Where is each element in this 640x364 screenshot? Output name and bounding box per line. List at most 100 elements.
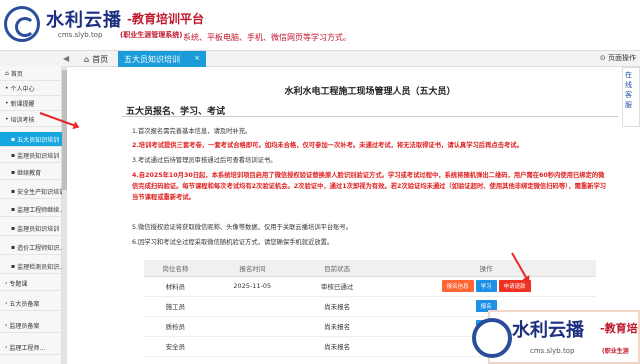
page-control-button[interactable]: ⊙ 页面操作 (600, 53, 636, 63)
sidebar: ⌂ 首页 • 个人中心 • 新课提醒 • 培训考核 ▪ 五大员知识培训 ▪ 监理员知识培训 … (0, 66, 62, 364)
cell-position: 材料员 (144, 276, 207, 297)
folder-icon: ▪ (11, 224, 16, 232)
sidebar-item-label: 监理员知识培训 (17, 225, 60, 233)
notice-3: 3.考试通过后待管理员审核通过后可查看培训证书。 (132, 157, 277, 164)
notice-5: 5.微信授权验证将获取微信昵称、头像等数据，仅用于关联云播培训平台账号。 (132, 224, 353, 231)
tab-active-label: 五大员知识培训 (124, 54, 180, 64)
sidebar-item-cost-engineer[interactable]: ▪ 造价工程师知识... (0, 240, 62, 255)
folder-icon: ▪ (11, 205, 16, 213)
sidebar-item-label: 监理员知识培训 (17, 152, 60, 160)
folder-icon: ▪ (11, 135, 16, 143)
tab-bar: ◀ ⌂ 首页 五大员知识培训 × ⊙ 页面操作 (0, 50, 640, 67)
cell-status: 审核已通过 (297, 276, 377, 297)
page-title: 水利水电工程施工现场管理人员（五大员） (284, 87, 456, 97)
tab-home-label: 首页 (92, 54, 109, 64)
folder-icon: ▪ (11, 262, 16, 270)
sidebar-scrollbar[interactable] (62, 66, 67, 364)
sidebar-item-label: 专题课 (9, 280, 28, 288)
sidebar-item-supervisor[interactable]: ▪ 监理员知识培训 (0, 148, 62, 163)
brand-subtitle: -教育培训平台 (127, 12, 204, 26)
column-header: 报名时间 (206, 260, 298, 277)
brand-domain: cms.slyb.top (58, 31, 103, 39)
cell-date: 2025-11-05 (206, 276, 298, 297)
sidebar-item-new-course[interactable]: • 新课提醒 (0, 96, 62, 111)
close-icon[interactable]: × (194, 54, 200, 62)
tab-scroll-left-icon[interactable]: ◀ (63, 54, 69, 63)
brand-description: 系统、平板电脑、手机、微信网页等学习方式。 (183, 33, 351, 42)
sidebar-item-label: 五大员备案 (9, 300, 40, 308)
sidebar-item-profile[interactable]: • 个人中心 (0, 81, 62, 96)
sidebar-item-label: 监理工程师继续... (17, 206, 62, 214)
sidebar-item-supervisor-2[interactable]: ▪ 监理员知识培训 (0, 221, 62, 236)
sidebar-item-label: 造价工程师知识... (17, 244, 62, 252)
watermark-subtitle: -教育培 (600, 322, 638, 335)
watermark-logo: 水利云播 -教育培 cms.slyb.top (职业生涯 (472, 310, 640, 364)
folder-icon: ▪ (11, 243, 16, 251)
folder-icon: ▪ (11, 168, 16, 176)
user-icon: • (5, 84, 9, 92)
sidebar-item-label: 安全生产知识培训 (17, 188, 62, 196)
table-header-row: 岗位名称 报名时间 目前状态 操作 (144, 260, 596, 277)
column-header: 操作 (376, 260, 596, 277)
sidebar-item-label: 新课提醒 (10, 100, 35, 108)
tab-home[interactable]: ⌂ 首页 (78, 52, 114, 66)
home-icon: ⌂ (84, 54, 90, 64)
enrollment-info-button[interactable]: 报名信息 (441, 280, 474, 292)
watermark-tagline: (职业生涯 (602, 348, 629, 355)
folder-icon: ▪ (11, 187, 16, 195)
watermark-domain: cms.slyb.top (530, 347, 575, 355)
notice-4: 4.自2025年10月30日起，本系统培训项目启用了微信授权验证替换原人脸识别验… (132, 172, 607, 201)
sidebar-item-label: 监理员备案 (9, 322, 40, 330)
cell-position: 施工员 (144, 296, 207, 317)
page-control-icon: ⊙ (599, 54, 606, 62)
sidebar-item-label: 五大员知识培训 (17, 136, 60, 144)
sidebar-item-continuing-edu[interactable]: ▪ 继续教育 (0, 165, 62, 180)
brand-logo (4, 6, 40, 42)
notice-6: 6.因学习和考试全过程采取微信随机验证方式，请您确保手机就近放置。 (132, 239, 334, 246)
notice-1: 1.首次报名需完善基本信息，请及时补充。 (132, 128, 252, 135)
sidebar-item-engineer-record[interactable]: › 监理工程师... (0, 340, 62, 355)
brand-tagline: (职业生涯管理系统) (120, 31, 183, 39)
sidebar-item-label: 个人中心 (10, 85, 35, 93)
cell-date (206, 336, 298, 357)
sidebar-item-supervisor-record[interactable]: › 监理员备案 (0, 318, 62, 333)
sidebar-item-inspector[interactable]: ▪ 监理检测员知识... (0, 259, 62, 274)
scrollbar-thumb[interactable] (62, 70, 67, 190)
sidebar-item-training[interactable]: • 培训考核 (0, 112, 62, 127)
brand-title: 水利云播 (46, 10, 122, 31)
sidebar-item-label: 监理检测员知识... (17, 263, 62, 271)
book-icon: • (5, 115, 9, 123)
cell-position: 质检员 (144, 316, 207, 337)
sidebar-item-label: 培训考核 (10, 116, 35, 124)
cell-status: 尚未报名 (297, 296, 377, 317)
tab-five-staff-training[interactable]: 五大员知识培训 × (118, 51, 206, 67)
sidebar-item-label: 继续教育 (17, 169, 42, 177)
notice-2: 2.培训考试提供三套考卷，一套考试合格即可。如均未合格，仅可参加一次补考。未通过… (132, 142, 523, 149)
chevron-right-icon: › (5, 299, 8, 307)
bell-icon: • (5, 99, 9, 107)
divider (122, 116, 618, 117)
sidebar-item-engineer-continuing[interactable]: ▪ 监理工程师继续... (0, 202, 62, 217)
sidebar-item-five-staff-record[interactable]: › 五大员备案 (0, 296, 62, 311)
watermark-title: 水利云播 (512, 320, 584, 341)
page-control-label: 页面操作 (608, 54, 636, 62)
sidebar-item-five-staff[interactable]: ▪ 五大员知识培训 (0, 132, 62, 147)
column-header: 目前状态 (297, 260, 377, 277)
cell-date (206, 296, 298, 317)
sidebar-item-home[interactable]: ⌂ 首页 (0, 66, 62, 81)
chevron-right-icon: › (5, 343, 8, 351)
cell-actions: 报名信息 学习 申请退款 (376, 276, 596, 297)
sidebar-item-special[interactable]: › 专题课 (0, 276, 62, 291)
cell-date (206, 316, 298, 337)
home-icon: ⌂ (5, 69, 9, 77)
sidebar-item-safety[interactable]: ▪ 安全生产知识培训 (0, 184, 62, 199)
study-button[interactable]: 学习 (475, 280, 497, 292)
cell-status: 尚未报名 (297, 316, 377, 337)
online-service-panel[interactable]: 在线客服 (622, 67, 640, 127)
app-header: 水利云播 -教育培训平台 cms.slyb.top (职业生涯管理系统) 系统、… (0, 0, 640, 50)
cell-status: 尚未报名 (297, 336, 377, 357)
cell-position: 安全员 (144, 336, 207, 357)
sidebar-item-label: 首页 (10, 70, 23, 78)
column-header: 岗位名称 (144, 260, 207, 277)
sidebar-item-label: 监理工程师... (9, 344, 46, 352)
